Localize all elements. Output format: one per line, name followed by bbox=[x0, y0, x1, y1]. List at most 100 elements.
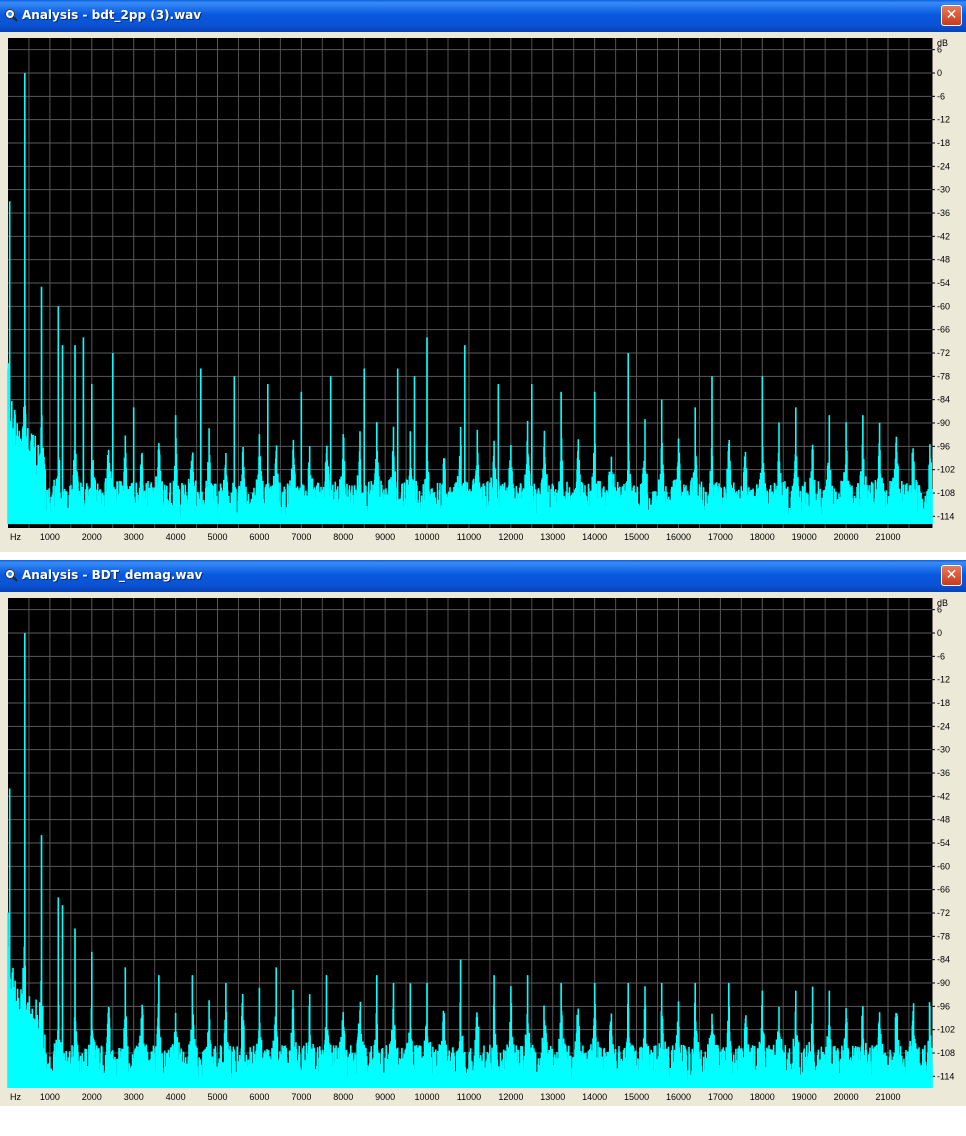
x-tick-label: 21000 bbox=[875, 1092, 900, 1102]
x-tick-label: 3000 bbox=[124, 532, 144, 542]
x-tick-label: 8000 bbox=[333, 1092, 353, 1102]
spectrum-graph: 1000 2000 3000 4000 5000 6000 7000 8000 9000 1000… bbox=[6, 598, 960, 1104]
x-tick-label: 10000 bbox=[415, 532, 440, 542]
analysis-window-1: Analysis - bdt_2pp (3).wav ✕ 1000 2000 300… bbox=[0, 0, 966, 552]
y-tick-label: -30 bbox=[937, 745, 950, 755]
title-bar[interactable]: Analysis - bdt_2pp (3).wav ✕ bbox=[0, 0, 966, 32]
x-tick-label: 10000 bbox=[415, 1092, 440, 1102]
y-tick-label: -84 bbox=[937, 395, 950, 405]
y-tick-label: -18 bbox=[937, 138, 950, 148]
x-tick-label: 6000 bbox=[249, 532, 269, 542]
y-tick-label: -90 bbox=[937, 418, 950, 428]
y-tick-label: -66 bbox=[937, 325, 950, 335]
y-tick-label: -12 bbox=[937, 115, 950, 125]
x-tick-label: 19000 bbox=[792, 532, 817, 542]
x-tick-label: 17000 bbox=[708, 532, 733, 542]
y-tick-label: -72 bbox=[937, 908, 950, 918]
x-tick-label: 18000 bbox=[750, 532, 775, 542]
x-tick-label: 13000 bbox=[540, 532, 565, 542]
y-tick-label: -48 bbox=[937, 815, 950, 825]
x-tick-label: 13000 bbox=[540, 1092, 565, 1102]
x-tick-label: 1000 bbox=[40, 532, 60, 542]
y-tick-label: -54 bbox=[937, 838, 950, 848]
x-tick-label: 17000 bbox=[708, 1092, 733, 1102]
x-tick-label: 3000 bbox=[124, 1092, 144, 1102]
y-unit-label: dB bbox=[937, 38, 948, 48]
x-unit-label: Hz bbox=[10, 532, 21, 542]
analysis-window-2: Analysis - BDT_demag.wav ✕ 1000 2000 3000 4… bbox=[0, 560, 966, 1106]
y-tick-label: -108 bbox=[937, 1048, 955, 1058]
y-tick-label: -6 bbox=[937, 91, 945, 101]
y-tick-label: -30 bbox=[937, 185, 950, 195]
x-tick-label: 19000 bbox=[792, 1092, 817, 1102]
spectrum-graph: 1000 2000 3000 4000 5000 6000 7000 8000 9000 1000… bbox=[6, 38, 960, 544]
x-tick-label: 16000 bbox=[666, 1092, 691, 1102]
window-title: Analysis - bdt_2pp (3).wav bbox=[22, 8, 202, 22]
y-tick-label: -36 bbox=[937, 768, 950, 778]
y-tick-label: -78 bbox=[937, 931, 950, 941]
y-unit-label: dB bbox=[937, 598, 948, 608]
spectrum-chart: 1000 2000 3000 4000 5000 6000 7000 8000 9000 1000… bbox=[7, 598, 955, 1102]
x-tick-label: 16000 bbox=[666, 532, 691, 542]
y-tick-label: -66 bbox=[937, 885, 950, 895]
x-tick-label: 6000 bbox=[249, 1092, 269, 1102]
x-tick-label: 12000 bbox=[498, 1092, 523, 1102]
y-tick-label: -96 bbox=[937, 1001, 950, 1011]
x-tick-label: 9000 bbox=[375, 532, 395, 542]
x-tick-label: 7000 bbox=[291, 532, 311, 542]
x-tick-label: 4000 bbox=[166, 1092, 186, 1102]
x-tick-label: 20000 bbox=[834, 532, 859, 542]
x-tick-label: 12000 bbox=[498, 532, 523, 542]
y-tick-label: -60 bbox=[937, 301, 950, 311]
x-tick-label: 4000 bbox=[166, 532, 186, 542]
y-tick-label: -114 bbox=[937, 511, 954, 521]
x-unit-label: Hz bbox=[10, 1092, 21, 1102]
y-tick-label: -72 bbox=[937, 348, 950, 358]
y-tick-label: -60 bbox=[937, 861, 950, 871]
y-tick-label: -12 bbox=[937, 675, 950, 685]
y-tick-label: -36 bbox=[937, 208, 950, 218]
x-tick-label: 5000 bbox=[208, 532, 228, 542]
x-tick-label: 8000 bbox=[333, 532, 353, 542]
y-tick-label: -24 bbox=[937, 161, 950, 171]
x-tick-label: 20000 bbox=[834, 1092, 859, 1102]
y-tick-label: 0 bbox=[937, 68, 942, 78]
y-tick-label: -90 bbox=[937, 978, 950, 988]
y-tick-label: -24 bbox=[937, 721, 950, 731]
y-tick-label: -84 bbox=[937, 955, 950, 965]
x-tick-label: 2000 bbox=[82, 1092, 102, 1102]
x-tick-label: 5000 bbox=[208, 1092, 228, 1102]
y-tick-label: 0 bbox=[937, 628, 942, 638]
y-tick-label: -114 bbox=[937, 1071, 954, 1081]
x-tick-label: 1000 bbox=[40, 1092, 60, 1102]
y-tick-label: -54 bbox=[937, 278, 950, 288]
close-button[interactable]: ✕ bbox=[941, 5, 962, 26]
spectrum-chart: 1000 2000 3000 4000 5000 6000 7000 8000 9000 1000… bbox=[7, 38, 955, 542]
analysis-app-icon bbox=[5, 9, 18, 22]
y-tick-label: -102 bbox=[937, 1025, 955, 1035]
x-tick-label: 11000 bbox=[457, 1092, 481, 1102]
window-title: Analysis - BDT_demag.wav bbox=[22, 568, 203, 582]
analysis-app-icon bbox=[5, 569, 18, 582]
x-tick-label: 14000 bbox=[582, 532, 607, 542]
x-tick-label: 21000 bbox=[875, 532, 900, 542]
x-tick-label: 7000 bbox=[291, 1092, 311, 1102]
y-tick-label: -48 bbox=[937, 255, 950, 265]
x-tick-label: 18000 bbox=[750, 1092, 775, 1102]
y-tick-label: -18 bbox=[937, 698, 950, 708]
y-tick-label: -96 bbox=[937, 441, 950, 451]
y-tick-label: -102 bbox=[937, 465, 955, 475]
y-tick-label: -42 bbox=[937, 231, 950, 241]
y-tick-label: -78 bbox=[937, 371, 950, 381]
x-tick-label: 14000 bbox=[582, 1092, 607, 1102]
x-tick-label: 15000 bbox=[624, 532, 649, 542]
title-bar[interactable]: Analysis - BDT_demag.wav ✕ bbox=[0, 560, 966, 592]
y-tick-label: -42 bbox=[937, 791, 950, 801]
x-tick-label: 9000 bbox=[375, 1092, 395, 1102]
x-tick-label: 2000 bbox=[82, 532, 102, 542]
y-tick-label: -6 bbox=[937, 651, 945, 661]
close-button[interactable]: ✕ bbox=[941, 565, 962, 586]
y-tick-label: -108 bbox=[937, 488, 955, 498]
x-tick-label: 11000 bbox=[457, 532, 481, 542]
x-tick-label: 15000 bbox=[624, 1092, 649, 1102]
